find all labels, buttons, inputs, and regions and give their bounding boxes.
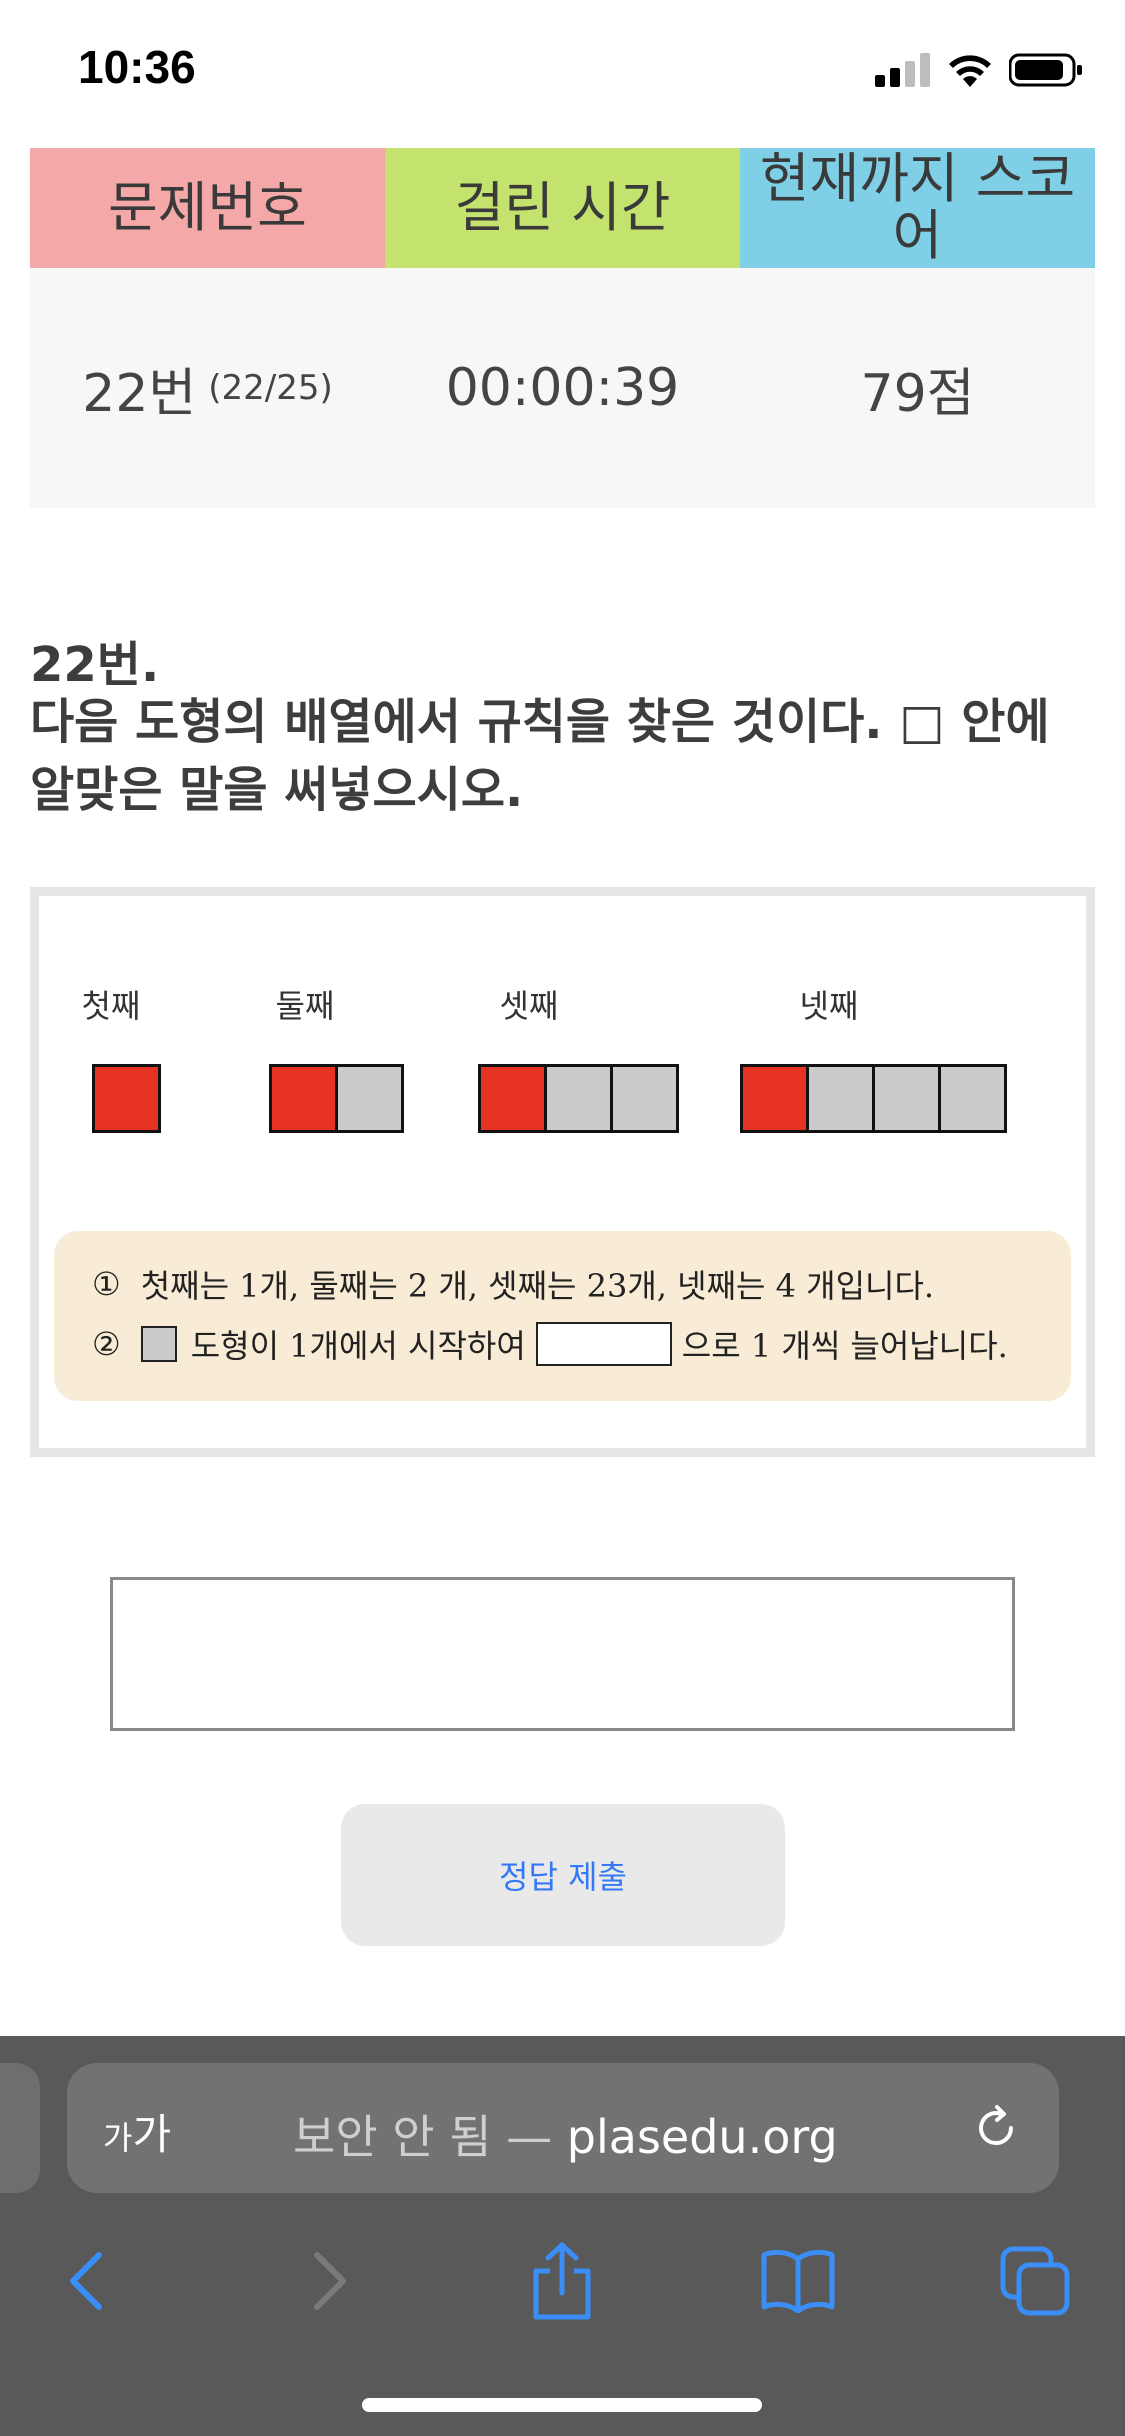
address-bar[interactable]: 가가 보안 안 됨 — plasedu.org (67, 2063, 1059, 2193)
hint-line-1: ① 첫째는 1개, 둘째는 2 개, 셋째는 23개, 넷째는 4 개입니다. (92, 1261, 934, 1307)
domain-text: plasedu.org (566, 2110, 838, 2164)
previous-tab-peek[interactable] (0, 2063, 40, 2193)
browser-toolbar (0, 2236, 1125, 2346)
hint-2-number: ② (92, 1325, 121, 1363)
header-question-number: 문제번호 (30, 148, 385, 268)
text-size-button[interactable]: 가가 (103, 2101, 171, 2162)
score-table: 문제번호 걸린 시간 현재까지 스코어 22번 (22/25) 00:00:39… (30, 148, 1095, 508)
gray-square (806, 1064, 875, 1133)
figure-label-third: 셋째 (499, 987, 559, 1025)
blank-box (535, 1322, 672, 1366)
current-score-value: 79점 (860, 363, 975, 424)
text-size-large-glyph: 가 (132, 2110, 172, 2159)
cellular-signal-icon (875, 53, 930, 87)
gray-square (335, 1064, 404, 1133)
header-elapsed-time: 걸린 시간 (385, 148, 740, 268)
question-progress: (22/25) (208, 368, 333, 408)
question-figure: 첫째 둘째 셋째 넷째 ① 첫째는 1개, 둘째는 2 개, 셋째는 23개, … (30, 887, 1095, 1457)
red-square (92, 1064, 161, 1133)
url-display[interactable]: 보안 안 됨 — plasedu.org (293, 2101, 838, 2167)
tabs-icon (1000, 2246, 1070, 2316)
question-heading-number: 22번. (30, 637, 160, 693)
score-header-row: 문제번호 걸린 시간 현재까지 스코어 (30, 148, 1095, 268)
share-button[interactable] (517, 2236, 607, 2326)
forward-button[interactable] (284, 2236, 374, 2326)
question-number-value: 22번 (82, 363, 197, 424)
security-warning: 보안 안 됨 — (293, 2110, 553, 2164)
red-square (478, 1064, 547, 1133)
battery-icon (1009, 53, 1082, 87)
bookmarks-button[interactable] (753, 2236, 843, 2326)
figure-label-second: 둘째 (275, 987, 335, 1025)
browser-bar: 가가 보안 안 됨 — plasedu.org (0, 2036, 1125, 2436)
gray-square (938, 1064, 1007, 1133)
question-number-cell: 22번 (22/25) (30, 268, 385, 508)
gray-square-icon (140, 1326, 177, 1362)
gray-square (544, 1064, 613, 1133)
back-icon (70, 2252, 102, 2310)
red-square (269, 1064, 338, 1133)
red-square (740, 1064, 809, 1133)
status-bar: 10:36 (0, 0, 1125, 140)
bookmarks-icon (761, 2249, 835, 2313)
header-current-score: 현재까지 스코어 (740, 148, 1095, 268)
hint-line-2: ② 도형이 1개에서 시작하여 으로 1 개씩 늘어납니다. (92, 1321, 1008, 1367)
elapsed-time-value: 00:00:39 (445, 358, 680, 418)
figure-third-squares (478, 1064, 679, 1133)
gray-square (872, 1064, 941, 1133)
reload-icon[interactable] (971, 2103, 1021, 2153)
gray-square (610, 1064, 679, 1133)
score-body-row: 22번 (22/25) 00:00:39 79점 (30, 268, 1095, 508)
status-icons (875, 50, 1083, 90)
hint-2-text-before: 도형이 1개에서 시작하여 (190, 1327, 526, 1365)
status-time: 10:36 (78, 41, 196, 93)
hint-box: ① 첫째는 1개, 둘째는 2 개, 셋째는 23개, 넷째는 4 개입니다. … (54, 1231, 1071, 1401)
figure-second-squares (269, 1064, 404, 1133)
wifi-icon (949, 55, 991, 87)
back-button[interactable] (42, 2236, 132, 2326)
figure-fourth-squares (740, 1064, 1007, 1133)
hint-1-number: ① (92, 1265, 121, 1303)
share-icon (533, 2242, 591, 2320)
hint-1-text: 첫째는 1개, 둘째는 2 개, 셋째는 23개, 넷째는 4 개입니다. (140, 1267, 935, 1305)
text-size-small-glyph: 가 (103, 2119, 133, 2157)
forward-icon (314, 2252, 346, 2310)
figure-label-fourth: 넷째 (799, 987, 859, 1025)
tabs-button[interactable] (990, 2236, 1080, 2326)
submit-answer-button[interactable]: 정답 제출 (341, 1804, 785, 1946)
question-text: 다음 도형의 배열에서 규칙을 찾은 것이다. □ 안에 알맞은 말을 써넣으시… (30, 694, 1050, 819)
hint-2-text-after: 으로 1 개씩 늘어납니다. (681, 1327, 1008, 1365)
figure-first-squares (92, 1064, 161, 1133)
answer-input[interactable] (110, 1577, 1015, 1731)
figure-label-first: 첫째 (81, 987, 141, 1025)
home-indicator[interactable] (362, 2398, 762, 2412)
